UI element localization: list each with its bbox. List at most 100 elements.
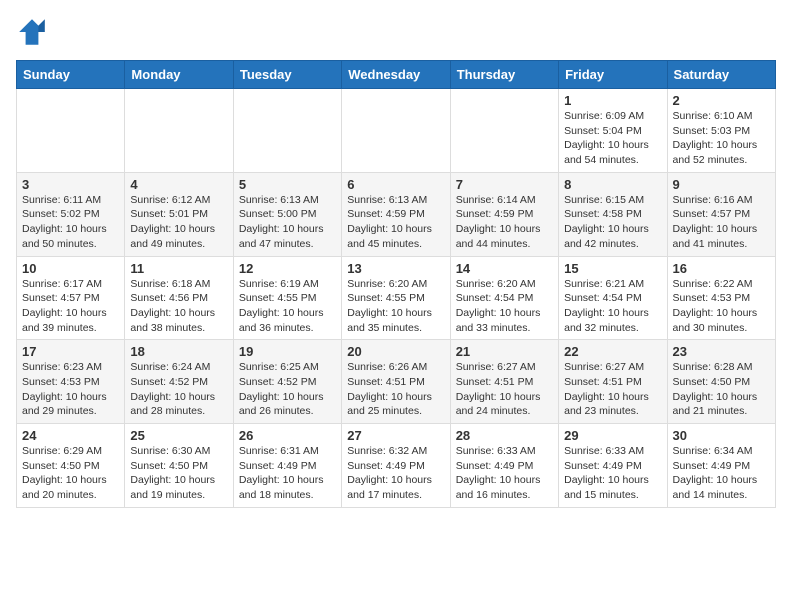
day-info: Sunrise: 6:20 AM Sunset: 4:55 PM Dayligh…: [347, 277, 444, 336]
day-info: Sunrise: 6:34 AM Sunset: 4:49 PM Dayligh…: [673, 444, 770, 503]
day-cell: 18Sunrise: 6:24 AM Sunset: 4:52 PM Dayli…: [125, 340, 233, 424]
week-row-4: 17Sunrise: 6:23 AM Sunset: 4:53 PM Dayli…: [17, 340, 776, 424]
day-info: Sunrise: 6:24 AM Sunset: 4:52 PM Dayligh…: [130, 360, 227, 419]
calendar-table: SundayMondayTuesdayWednesdayThursdayFrid…: [16, 60, 776, 508]
day-info: Sunrise: 6:30 AM Sunset: 4:50 PM Dayligh…: [130, 444, 227, 503]
day-cell: 17Sunrise: 6:23 AM Sunset: 4:53 PM Dayli…: [17, 340, 125, 424]
weekday-header-thursday: Thursday: [450, 61, 558, 89]
day-info: Sunrise: 6:27 AM Sunset: 4:51 PM Dayligh…: [564, 360, 661, 419]
logo-icon: [16, 16, 48, 48]
weekday-header-wednesday: Wednesday: [342, 61, 450, 89]
day-number: 9: [673, 177, 770, 192]
day-info: Sunrise: 6:13 AM Sunset: 5:00 PM Dayligh…: [239, 193, 336, 252]
day-cell: [342, 89, 450, 173]
day-cell: 23Sunrise: 6:28 AM Sunset: 4:50 PM Dayli…: [667, 340, 775, 424]
day-number: 2: [673, 93, 770, 108]
day-cell: 13Sunrise: 6:20 AM Sunset: 4:55 PM Dayli…: [342, 256, 450, 340]
day-cell: 16Sunrise: 6:22 AM Sunset: 4:53 PM Dayli…: [667, 256, 775, 340]
day-number: 7: [456, 177, 553, 192]
day-cell: 21Sunrise: 6:27 AM Sunset: 4:51 PM Dayli…: [450, 340, 558, 424]
day-cell: 19Sunrise: 6:25 AM Sunset: 4:52 PM Dayli…: [233, 340, 341, 424]
day-info: Sunrise: 6:19 AM Sunset: 4:55 PM Dayligh…: [239, 277, 336, 336]
header: [16, 16, 776, 48]
day-cell: 29Sunrise: 6:33 AM Sunset: 4:49 PM Dayli…: [559, 424, 667, 508]
day-cell: 24Sunrise: 6:29 AM Sunset: 4:50 PM Dayli…: [17, 424, 125, 508]
day-number: 30: [673, 428, 770, 443]
day-cell: 26Sunrise: 6:31 AM Sunset: 4:49 PM Dayli…: [233, 424, 341, 508]
day-cell: 6Sunrise: 6:13 AM Sunset: 4:59 PM Daylig…: [342, 172, 450, 256]
day-info: Sunrise: 6:29 AM Sunset: 4:50 PM Dayligh…: [22, 444, 119, 503]
day-info: Sunrise: 6:21 AM Sunset: 4:54 PM Dayligh…: [564, 277, 661, 336]
day-number: 6: [347, 177, 444, 192]
day-cell: 3Sunrise: 6:11 AM Sunset: 5:02 PM Daylig…: [17, 172, 125, 256]
day-number: 1: [564, 93, 661, 108]
day-number: 24: [22, 428, 119, 443]
day-cell: [233, 89, 341, 173]
day-number: 27: [347, 428, 444, 443]
day-number: 19: [239, 344, 336, 359]
week-row-5: 24Sunrise: 6:29 AM Sunset: 4:50 PM Dayli…: [17, 424, 776, 508]
day-cell: 10Sunrise: 6:17 AM Sunset: 4:57 PM Dayli…: [17, 256, 125, 340]
day-info: Sunrise: 6:12 AM Sunset: 5:01 PM Dayligh…: [130, 193, 227, 252]
day-cell: 25Sunrise: 6:30 AM Sunset: 4:50 PM Dayli…: [125, 424, 233, 508]
week-row-3: 10Sunrise: 6:17 AM Sunset: 4:57 PM Dayli…: [17, 256, 776, 340]
day-cell: 8Sunrise: 6:15 AM Sunset: 4:58 PM Daylig…: [559, 172, 667, 256]
weekday-header-sunday: Sunday: [17, 61, 125, 89]
day-info: Sunrise: 6:28 AM Sunset: 4:50 PM Dayligh…: [673, 360, 770, 419]
day-info: Sunrise: 6:15 AM Sunset: 4:58 PM Dayligh…: [564, 193, 661, 252]
day-number: 21: [456, 344, 553, 359]
day-cell: 7Sunrise: 6:14 AM Sunset: 4:59 PM Daylig…: [450, 172, 558, 256]
day-cell: [450, 89, 558, 173]
day-cell: [125, 89, 233, 173]
day-number: 11: [130, 261, 227, 276]
day-info: Sunrise: 6:31 AM Sunset: 4:49 PM Dayligh…: [239, 444, 336, 503]
day-info: Sunrise: 6:10 AM Sunset: 5:03 PM Dayligh…: [673, 109, 770, 168]
day-info: Sunrise: 6:27 AM Sunset: 4:51 PM Dayligh…: [456, 360, 553, 419]
day-info: Sunrise: 6:23 AM Sunset: 4:53 PM Dayligh…: [22, 360, 119, 419]
day-info: Sunrise: 6:18 AM Sunset: 4:56 PM Dayligh…: [130, 277, 227, 336]
day-cell: 15Sunrise: 6:21 AM Sunset: 4:54 PM Dayli…: [559, 256, 667, 340]
day-number: 15: [564, 261, 661, 276]
day-number: 18: [130, 344, 227, 359]
logo: [16, 16, 52, 48]
day-info: Sunrise: 6:20 AM Sunset: 4:54 PM Dayligh…: [456, 277, 553, 336]
day-cell: 30Sunrise: 6:34 AM Sunset: 4:49 PM Dayli…: [667, 424, 775, 508]
week-row-1: 1Sunrise: 6:09 AM Sunset: 5:04 PM Daylig…: [17, 89, 776, 173]
weekday-header-monday: Monday: [125, 61, 233, 89]
day-number: 25: [130, 428, 227, 443]
day-info: Sunrise: 6:17 AM Sunset: 4:57 PM Dayligh…: [22, 277, 119, 336]
day-cell: 12Sunrise: 6:19 AM Sunset: 4:55 PM Dayli…: [233, 256, 341, 340]
day-number: 5: [239, 177, 336, 192]
day-number: 13: [347, 261, 444, 276]
weekday-header-tuesday: Tuesday: [233, 61, 341, 89]
day-number: 17: [22, 344, 119, 359]
day-cell: 5Sunrise: 6:13 AM Sunset: 5:00 PM Daylig…: [233, 172, 341, 256]
day-number: 3: [22, 177, 119, 192]
day-number: 16: [673, 261, 770, 276]
day-number: 14: [456, 261, 553, 276]
weekday-header-saturday: Saturday: [667, 61, 775, 89]
day-number: 26: [239, 428, 336, 443]
day-info: Sunrise: 6:22 AM Sunset: 4:53 PM Dayligh…: [673, 277, 770, 336]
day-cell: 9Sunrise: 6:16 AM Sunset: 4:57 PM Daylig…: [667, 172, 775, 256]
page: SundayMondayTuesdayWednesdayThursdayFrid…: [0, 0, 792, 520]
day-info: Sunrise: 6:26 AM Sunset: 4:51 PM Dayligh…: [347, 360, 444, 419]
day-cell: 22Sunrise: 6:27 AM Sunset: 4:51 PM Dayli…: [559, 340, 667, 424]
day-info: Sunrise: 6:33 AM Sunset: 4:49 PM Dayligh…: [564, 444, 661, 503]
day-cell: [17, 89, 125, 173]
day-number: 28: [456, 428, 553, 443]
day-info: Sunrise: 6:25 AM Sunset: 4:52 PM Dayligh…: [239, 360, 336, 419]
day-cell: 11Sunrise: 6:18 AM Sunset: 4:56 PM Dayli…: [125, 256, 233, 340]
day-number: 22: [564, 344, 661, 359]
day-info: Sunrise: 6:13 AM Sunset: 4:59 PM Dayligh…: [347, 193, 444, 252]
day-number: 29: [564, 428, 661, 443]
day-info: Sunrise: 6:32 AM Sunset: 4:49 PM Dayligh…: [347, 444, 444, 503]
week-row-2: 3Sunrise: 6:11 AM Sunset: 5:02 PM Daylig…: [17, 172, 776, 256]
weekday-header-friday: Friday: [559, 61, 667, 89]
day-info: Sunrise: 6:11 AM Sunset: 5:02 PM Dayligh…: [22, 193, 119, 252]
day-cell: 4Sunrise: 6:12 AM Sunset: 5:01 PM Daylig…: [125, 172, 233, 256]
day-cell: 1Sunrise: 6:09 AM Sunset: 5:04 PM Daylig…: [559, 89, 667, 173]
day-info: Sunrise: 6:16 AM Sunset: 4:57 PM Dayligh…: [673, 193, 770, 252]
day-cell: 27Sunrise: 6:32 AM Sunset: 4:49 PM Dayli…: [342, 424, 450, 508]
day-cell: 28Sunrise: 6:33 AM Sunset: 4:49 PM Dayli…: [450, 424, 558, 508]
